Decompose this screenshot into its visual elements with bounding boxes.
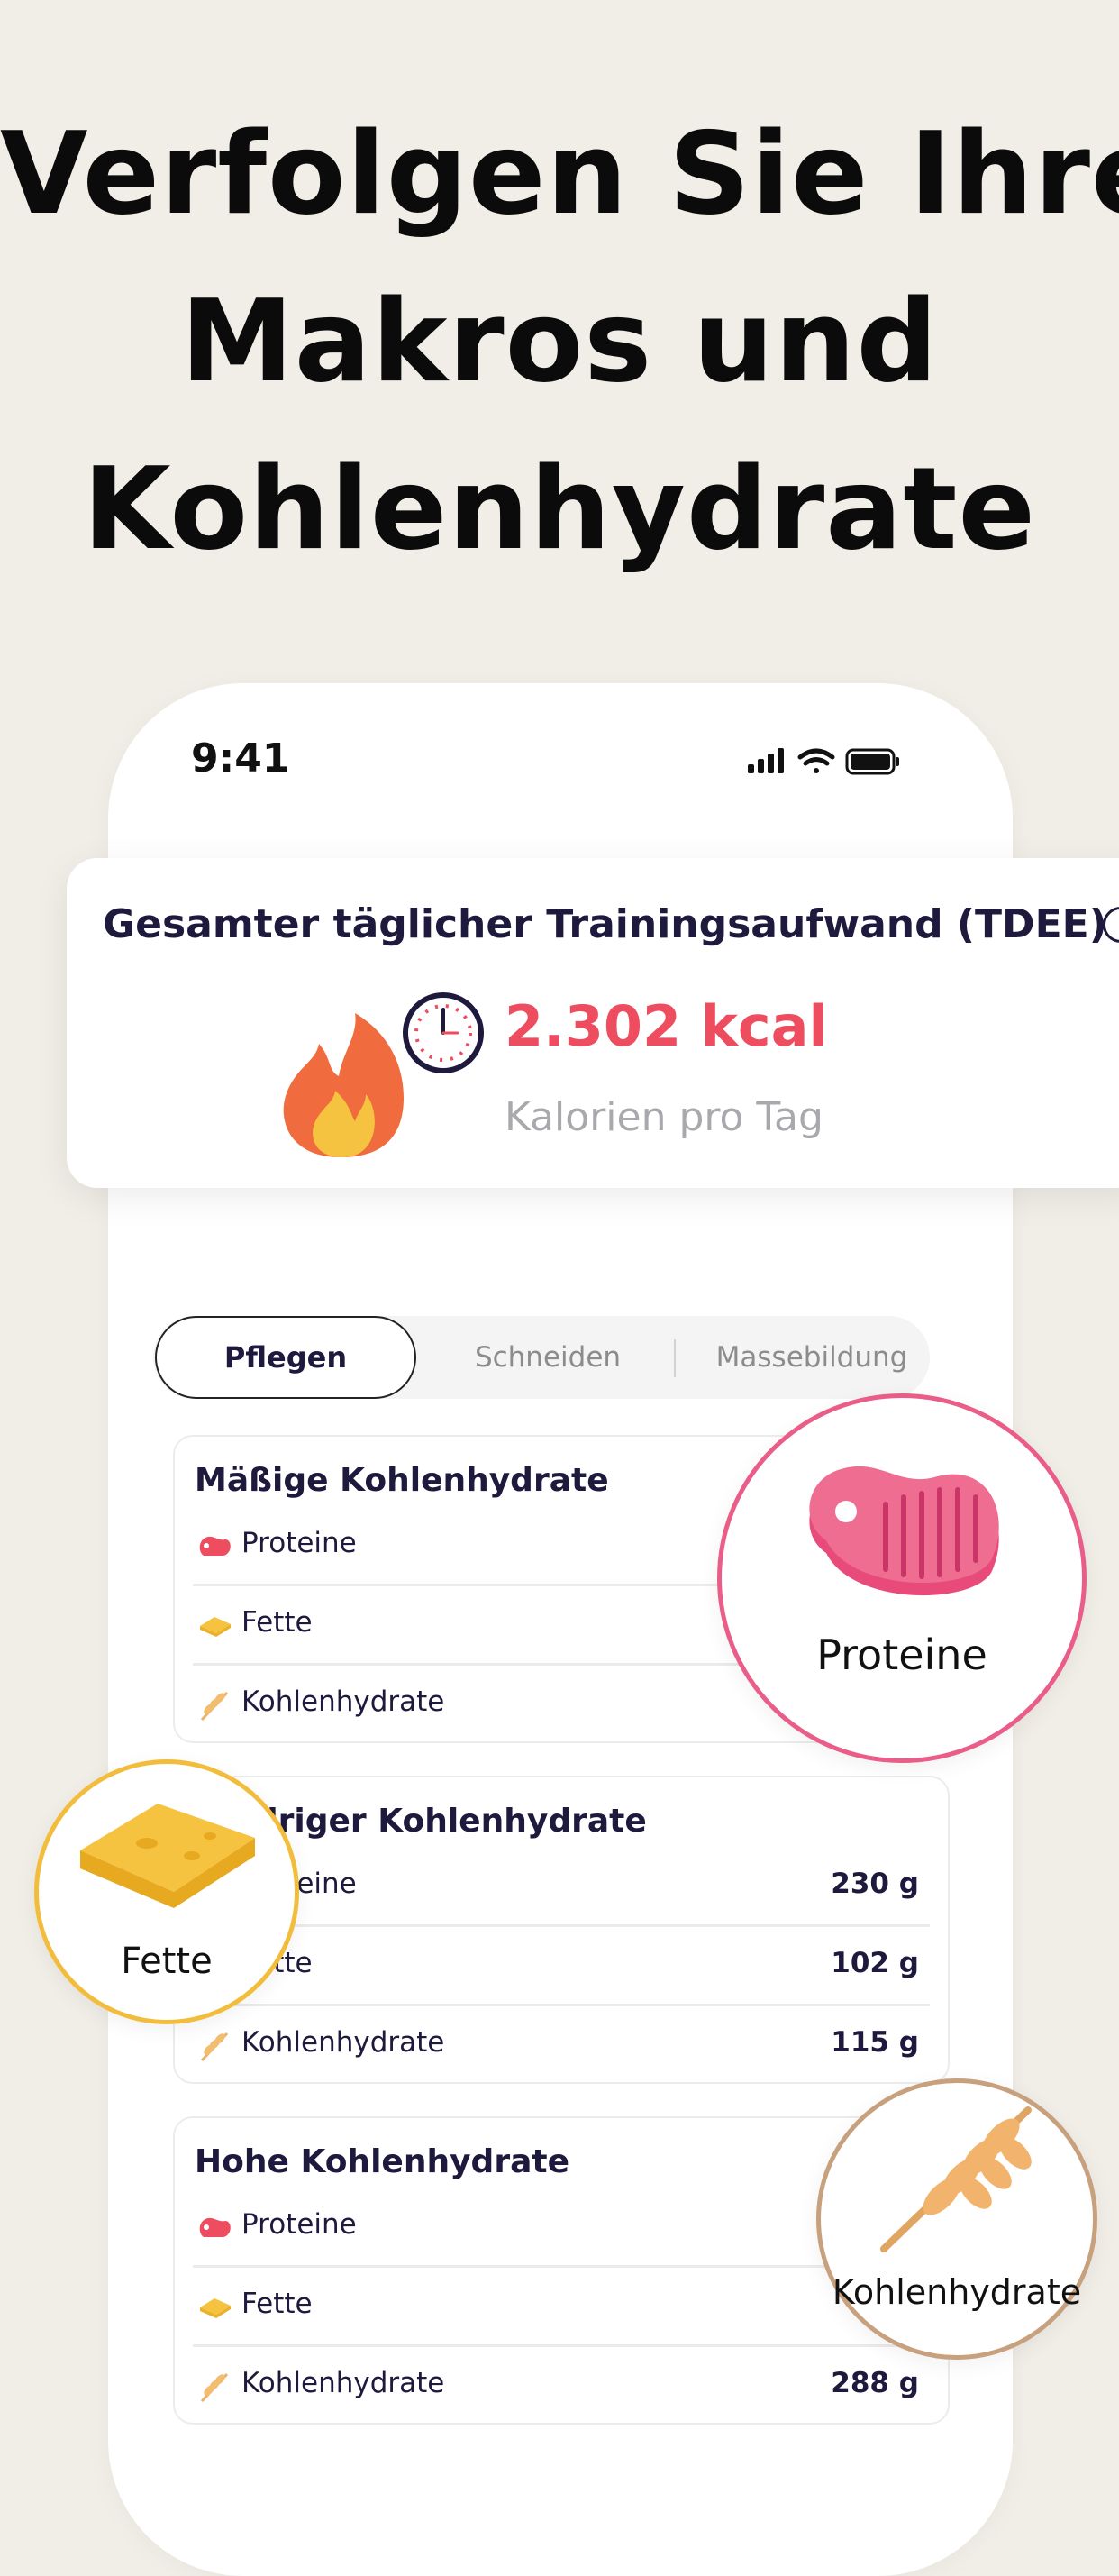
fat-bubble: Fette (34, 1759, 299, 2024)
macro-row-fat: Fette 102 g (193, 1927, 930, 2006)
tab-pflegen[interactable]: Pflegen (155, 1316, 416, 1399)
tdee-value: 2.302 kcal (505, 993, 828, 1059)
macro-value: 230 g (831, 1868, 919, 1900)
wifi-icon (797, 748, 835, 773)
plan-title: Mäßige Kohlenhydrate (195, 1462, 609, 1499)
macro-value: 288 g (831, 2367, 919, 2399)
headline-line-2: Makros und (180, 275, 939, 407)
carb-bubble-label: Kohlenhydrate (832, 2272, 1082, 2312)
macro-label: Fette (241, 2288, 313, 2320)
battery-icon (845, 748, 899, 775)
status-icons (748, 748, 899, 775)
headline-line-1: Verfolgen Sie Ihre (0, 107, 1119, 240)
cheese-icon (200, 1617, 231, 1637)
macro-row-fat: Fette (193, 2268, 930, 2347)
cheese-icon (80, 1804, 255, 1908)
fat-bubble-label: Fette (121, 1941, 213, 1982)
macro-label: Proteine (241, 2208, 357, 2241)
tab-divider (674, 1339, 676, 1377)
headline-line-3: Kohlenhydrate (83, 443, 1036, 575)
macro-row-carb: Kohlenhydrate 115 g (193, 2006, 930, 2086)
steak-icon (809, 1466, 999, 1596)
tab-schneiden[interactable]: Schneiden (423, 1316, 672, 1399)
plan-title: Hohe Kohlenhydrate (195, 2143, 569, 2180)
macro-label: Kohlenhydrate (241, 1685, 445, 1718)
macro-row-protein: Proteine 230 g (193, 1848, 930, 1927)
macro-label: Kohlenhydrate (241, 2367, 445, 2399)
status-time: 9:41 (191, 735, 290, 781)
tdee-title: Gesamter täglicher Trainingsaufwand (TDE… (103, 901, 1107, 947)
meat-icon (199, 1536, 231, 1556)
wheat-icon (200, 2372, 229, 2403)
macro-label: Kohlenhydrate (241, 2026, 445, 2059)
macro-label: Proteine (241, 1527, 357, 1559)
carb-bubble: Kohlenhydrate (816, 2078, 1097, 2360)
promo-headline: Verfolgen Sie Ihre Makros und Kohlenhydr… (0, 90, 1119, 593)
macro-value: 115 g (831, 2026, 919, 2059)
wheat-icon (200, 1691, 229, 1722)
macro-label: Fette (241, 1606, 313, 1639)
goal-tabs: Pflegen Schneiden Massebildung (153, 1316, 930, 1399)
protein-bubble: Proteine (717, 1393, 1087, 1763)
cheese-icon (200, 2298, 231, 2318)
wheat-icon (880, 2106, 1032, 2252)
tdee-subtitle: Kalorien pro Tag (505, 1094, 823, 1140)
signal-icon (748, 748, 784, 773)
meat-icon (199, 2217, 231, 2237)
protein-bubble-label: Proteine (816, 1631, 987, 1679)
tdee-card: Gesamter täglicher Trainingsaufwand (TDE… (67, 858, 1119, 1188)
fire-clock-icon (283, 992, 484, 1157)
wheat-icon (200, 2032, 229, 2062)
macro-value: 102 g (831, 1947, 919, 1979)
macro-row-carb: Kohlenhydrate 288 g (193, 2347, 930, 2426)
tab-massebildung[interactable]: Massebildung (694, 1316, 930, 1399)
